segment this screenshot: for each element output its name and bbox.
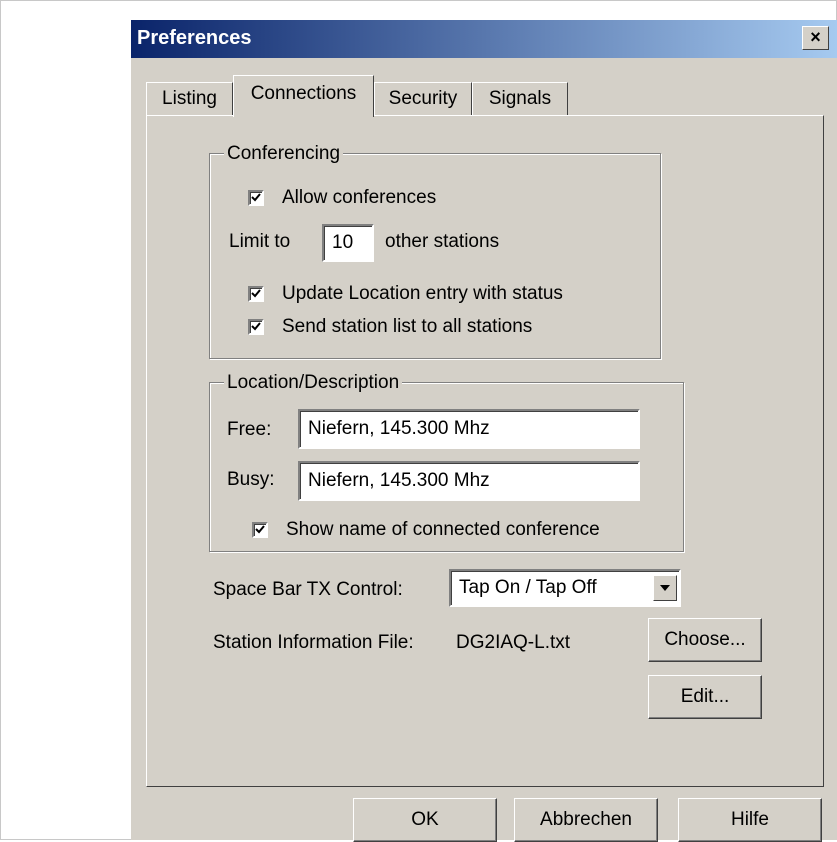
close-icon: ×: [810, 27, 821, 47]
choose-button-label: Choose...: [664, 629, 746, 650]
space-bar-dropdown-button[interactable]: [653, 575, 677, 601]
checkmark-icon: [255, 525, 265, 534]
edit-button-label: Edit...: [680, 686, 730, 707]
space-bar-label: Space Bar TX Control:: [213, 579, 403, 600]
tab-connections[interactable]: Connections: [233, 75, 374, 117]
chevron-down-icon: [660, 585, 670, 591]
help-button-label: Hilfe: [730, 809, 769, 830]
cancel-button[interactable]: Abbrechen: [514, 798, 658, 842]
busy-location-input[interactable]: Niefern, 145.300 Mhz: [298, 461, 640, 501]
ok-button-label: OK: [411, 809, 439, 830]
send-station-list-label: Send station list to all stations: [282, 316, 533, 337]
allow-conferences-checkbox[interactable]: [248, 190, 264, 206]
show-name-checkbox[interactable]: [252, 522, 268, 538]
tab-signals[interactable]: Signals: [472, 82, 568, 116]
busy-label: Busy:: [227, 469, 275, 490]
limit-stations-input[interactable]: 10: [322, 224, 374, 262]
tab-signals-label: Signals: [488, 88, 552, 109]
dialog-title: Preferences: [137, 27, 252, 49]
title-bar[interactable]: Preferences ×: [131, 20, 837, 58]
other-stations-label: other stations: [385, 231, 500, 252]
tab-connections-label: Connections: [250, 83, 357, 104]
edit-button[interactable]: Edit...: [648, 675, 762, 719]
location-group-title: Location/Description: [224, 372, 403, 394]
help-button[interactable]: Hilfe: [678, 798, 822, 842]
free-label: Free:: [227, 419, 272, 440]
conferencing-group-title: Conferencing: [224, 143, 344, 165]
limit-to-label: Limit to: [229, 231, 291, 252]
tab-security[interactable]: Security: [374, 82, 472, 116]
preferences-dialog: Preferences × Listing Connections Securi…: [131, 20, 837, 842]
tab-security-label: Security: [388, 88, 458, 109]
station-info-label: Station Information File:: [213, 632, 414, 653]
checkmark-icon: [251, 322, 261, 331]
tab-listing[interactable]: Listing: [146, 82, 233, 116]
cancel-button-label: Abbrechen: [540, 809, 632, 830]
choose-button[interactable]: Choose...: [648, 618, 762, 662]
checkmark-icon: [251, 193, 261, 202]
space-bar-selected-value: Tap On / Tap Off: [459, 577, 597, 598]
show-name-label: Show name of connected conference: [286, 519, 600, 540]
station-info-filename: DG2IAQ-L.txt: [456, 632, 571, 653]
free-location-input[interactable]: Niefern, 145.300 Mhz: [298, 409, 640, 449]
checkmark-icon: [251, 289, 261, 298]
close-button[interactable]: ×: [802, 26, 829, 50]
send-station-list-checkbox[interactable]: [248, 319, 264, 335]
update-location-label: Update Location entry with status: [282, 283, 563, 304]
allow-conferences-label: Allow conferences: [282, 187, 437, 208]
update-location-checkbox[interactable]: [248, 286, 264, 302]
tab-listing-label: Listing: [162, 88, 217, 109]
ok-button[interactable]: OK: [353, 798, 497, 842]
space-bar-select[interactable]: Tap On / Tap Off: [449, 569, 681, 607]
